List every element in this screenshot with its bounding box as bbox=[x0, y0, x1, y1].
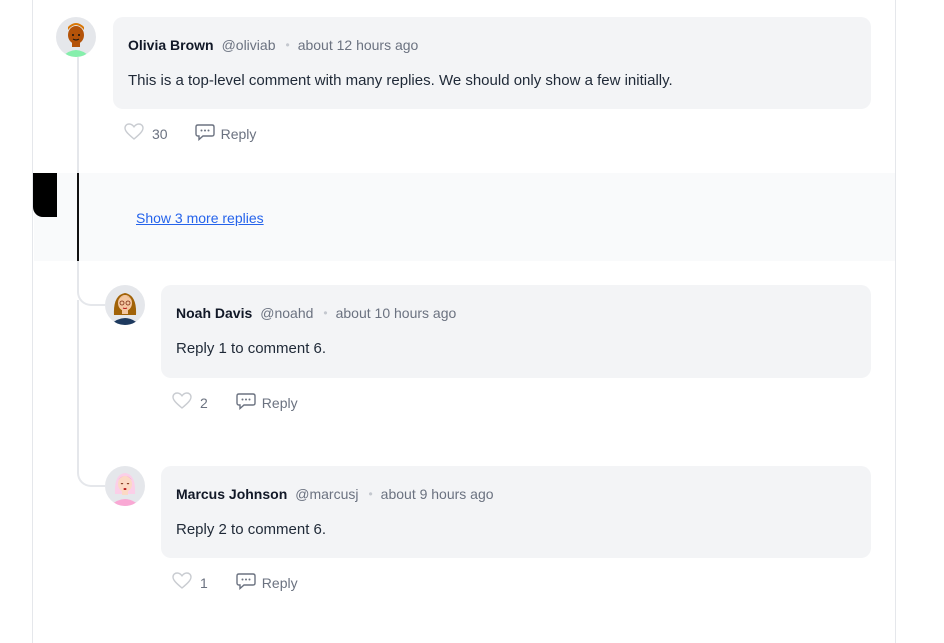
comment-text: This is a top-level comment with many re… bbox=[128, 72, 673, 89]
author-name[interactable]: Olivia Brown bbox=[128, 37, 214, 53]
speech-bubble-icon bbox=[236, 572, 262, 593]
like-count: 2 bbox=[200, 394, 208, 411]
reply-label: Reply bbox=[220, 125, 257, 142]
heart-icon bbox=[124, 123, 152, 144]
focus-marker bbox=[33, 173, 57, 217]
comment-meta: Olivia Brown @oliviab • about 12 hours a… bbox=[128, 37, 418, 53]
reply-bubble bbox=[161, 285, 871, 378]
thread-line bbox=[77, 57, 79, 173]
thread-line-active bbox=[77, 173, 79, 261]
speech-bubble-icon bbox=[194, 123, 221, 144]
reply-button[interactable]: Reply bbox=[236, 392, 298, 413]
like-button[interactable]: 2 bbox=[172, 392, 208, 413]
show-more-replies-link[interactable]: Show 3 more replies bbox=[136, 210, 264, 226]
reply-meta: Marcus Johnson @marcusj • about 9 hours … bbox=[176, 486, 494, 502]
author-handle[interactable]: @oliviab bbox=[222, 37, 276, 53]
avatar[interactable] bbox=[105, 466, 145, 506]
reply-meta: Noah Davis @noahd • about 10 hours ago bbox=[176, 305, 456, 321]
reply-bubble bbox=[161, 466, 871, 558]
thread-line bbox=[77, 261, 79, 291]
reply-actions: 1 Reply bbox=[172, 572, 298, 593]
reply-text: Reply 2 to comment 6. bbox=[176, 521, 327, 538]
speech-bubble-icon bbox=[236, 392, 262, 413]
author-name[interactable]: Marcus Johnson bbox=[176, 486, 287, 502]
separator-dot: • bbox=[323, 306, 328, 320]
reply-button[interactable]: Reply bbox=[236, 572, 298, 593]
heart-icon bbox=[172, 392, 200, 413]
like-count: 1 bbox=[200, 574, 208, 591]
timestamp: about 9 hours ago bbox=[380, 486, 494, 502]
avatar[interactable] bbox=[56, 17, 96, 57]
like-button[interactable]: 1 bbox=[172, 572, 208, 593]
avatar[interactable] bbox=[105, 285, 145, 325]
like-count: 30 bbox=[152, 125, 168, 142]
reply-label: Reply bbox=[261, 574, 298, 591]
like-button[interactable]: 30 bbox=[124, 123, 168, 144]
reply-connector bbox=[77, 300, 105, 487]
timestamp: about 12 hours ago bbox=[297, 37, 419, 53]
comment-bubble bbox=[113, 17, 871, 109]
heart-icon bbox=[172, 572, 200, 593]
author-handle[interactable]: @noahd bbox=[260, 305, 313, 321]
author-name[interactable]: Noah Davis bbox=[176, 305, 252, 321]
reply-button[interactable]: Reply bbox=[194, 123, 257, 144]
reply-label: Reply bbox=[261, 394, 298, 411]
comment-actions: 30 Reply bbox=[124, 123, 256, 144]
separator-dot: • bbox=[368, 487, 373, 501]
timestamp: about 10 hours ago bbox=[335, 305, 457, 321]
reply-actions: 2 Reply bbox=[172, 392, 298, 413]
separator-dot: • bbox=[285, 38, 290, 52]
author-handle[interactable]: @marcusj bbox=[295, 486, 358, 502]
reply-text: Reply 1 to comment 6. bbox=[176, 340, 327, 357]
